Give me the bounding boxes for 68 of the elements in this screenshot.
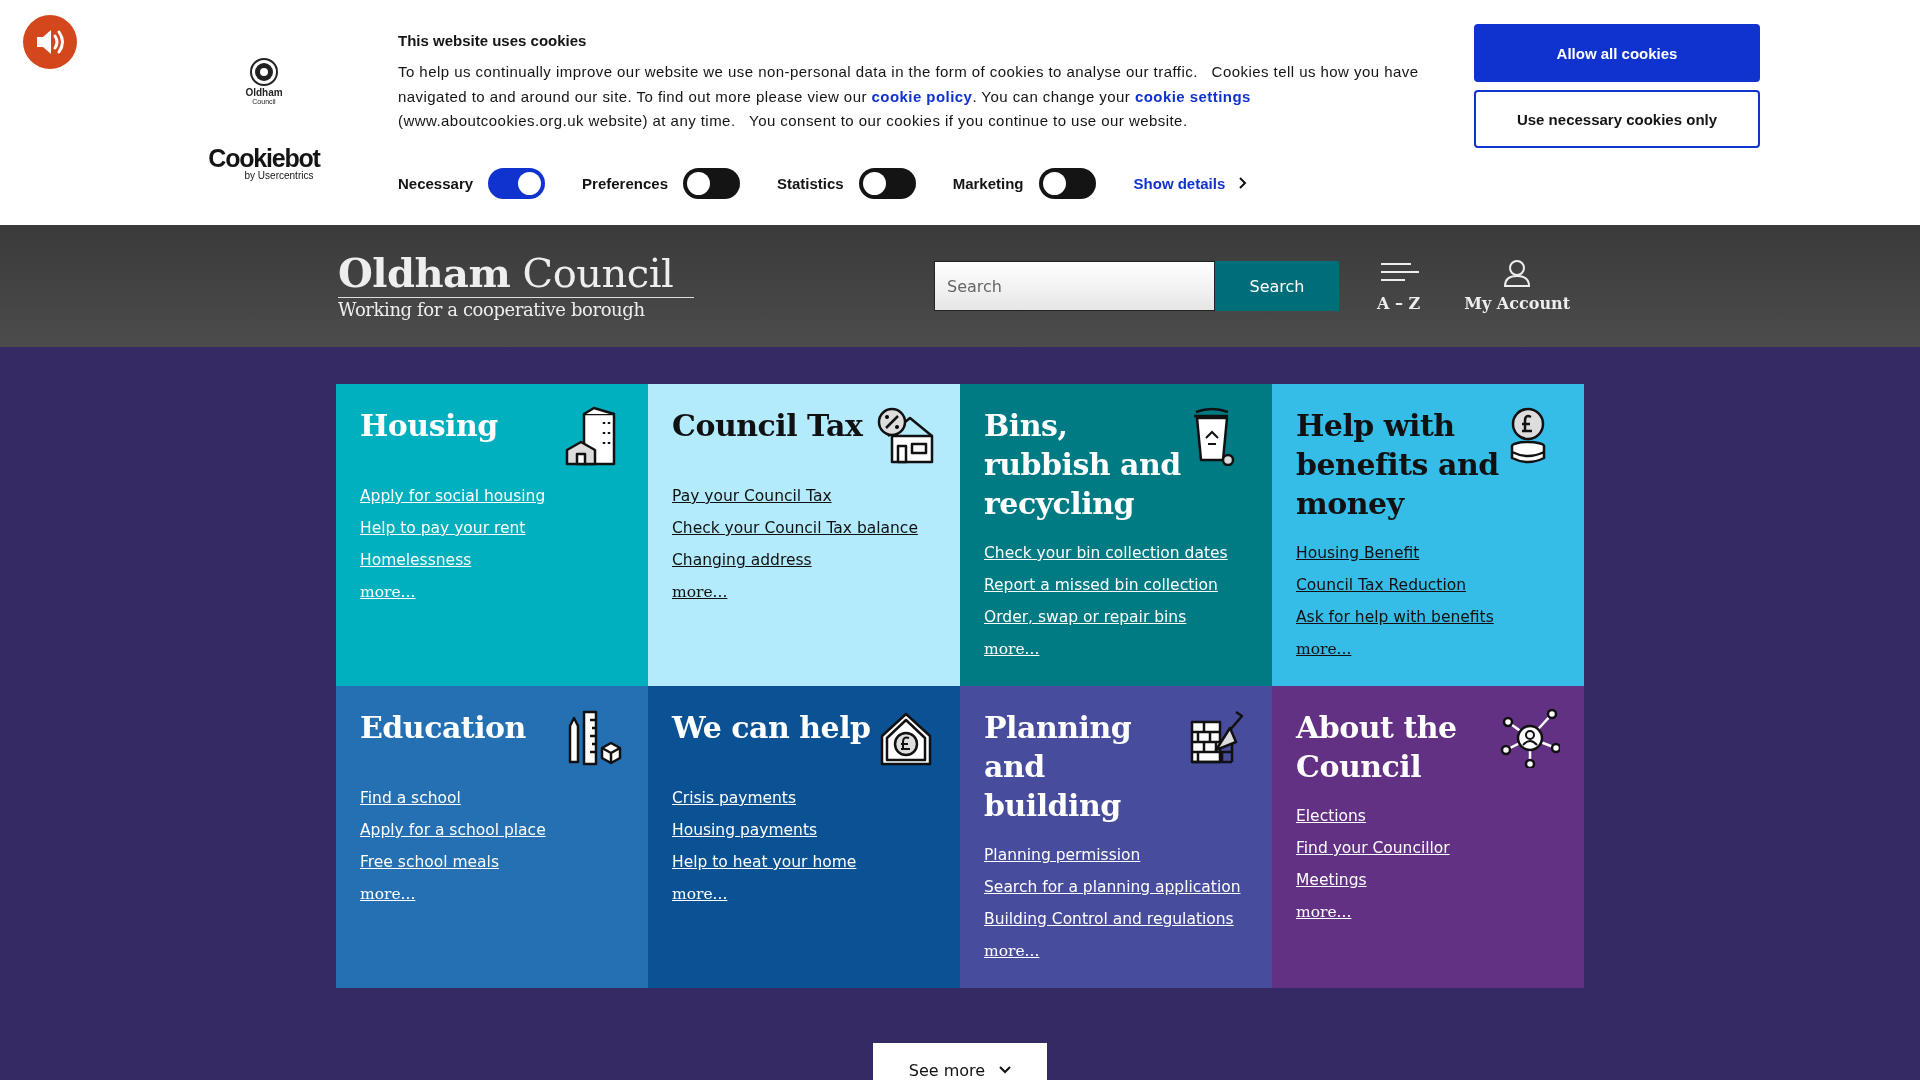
card-link[interactable]: Building Control and regulations	[984, 907, 1234, 931]
card-link[interactable]: Help to heat your home	[672, 850, 857, 874]
more-link[interactable]: more...	[672, 882, 728, 906]
card-link[interactable]: Free school meals	[360, 850, 499, 874]
card-link[interactable]: Report a missed bin collection	[984, 573, 1218, 597]
more-link[interactable]: more...	[1296, 900, 1352, 924]
card-link[interactable]: Apply for a school place	[360, 818, 546, 842]
logo-text: Oldham	[245, 88, 283, 98]
more-link[interactable]: more...	[984, 939, 1040, 963]
logo-tagline: Working for a cooperative borough	[338, 297, 646, 322]
toggle-switch[interactable]	[488, 167, 546, 199]
nav-link[interactable]: A – Z	[1377, 259, 1421, 313]
logo-text: by Usercentrics	[244, 170, 314, 181]
card-link[interactable]: Order, swap or repair bins	[984, 605, 1187, 629]
nav-link[interactable]: My Account	[1464, 259, 1571, 313]
house-percent-icon	[876, 406, 936, 466]
card-link[interactable]: Pay your Council Tax	[672, 484, 832, 508]
card-link[interactable]: Find your Councillor	[1296, 836, 1450, 860]
speaker-icon[interactable]	[23, 15, 77, 69]
card-title: Help with benefits and money	[1296, 407, 1500, 523]
more-link[interactable]: more...	[672, 580, 728, 604]
allow-all-button[interactable]: Allow all cookies	[1474, 24, 1760, 82]
site-logo[interactable]: Oldham Council Working for a cooperative borough	[338, 250, 694, 322]
more-link[interactable]: more...	[360, 882, 416, 906]
more-link[interactable]: more...	[984, 637, 1040, 661]
chevron-down-icon	[999, 1066, 1012, 1074]
card-link[interactable]: Crisis payments	[672, 786, 796, 810]
search-button[interactable]: Search	[1215, 261, 1339, 311]
search-field[interactable]: Search	[934, 261, 1215, 311]
chevron-right-icon	[1239, 177, 1248, 189]
banner-title: This website uses cookies	[398, 31, 588, 51]
card-link[interactable]: Housing payments	[672, 818, 818, 842]
toggle-switch[interactable]	[1038, 167, 1096, 199]
card-title: Council Tax	[672, 407, 864, 445]
emblem-icon	[250, 58, 278, 86]
card-link[interactable]: Council Tax Reduction	[1296, 573, 1466, 597]
card-title: Planning and building	[984, 709, 1133, 825]
logo-title: Oldham Council	[338, 250, 694, 298]
card-link[interactable]: Check your bin collection dates	[984, 541, 1228, 565]
text-link[interactable]: cookie policy	[871, 87, 973, 105]
card-link[interactable]: Housing Benefit	[1296, 541, 1420, 565]
card-link[interactable]: Ask for help with benefits	[1296, 605, 1494, 629]
card-title: Housing	[360, 407, 499, 445]
toggle-label: Necessary	[398, 174, 474, 192]
card-title: About the Council	[1296, 709, 1458, 786]
card-link[interactable]: Changing address	[672, 548, 812, 572]
card-title: Education	[360, 709, 527, 747]
more-link[interactable]: more...	[1296, 637, 1352, 661]
show-details-link[interactable]: Show details	[1133, 174, 1226, 192]
card-link[interactable]: Find a school	[360, 786, 461, 810]
card-link[interactable]: Meetings	[1296, 868, 1367, 892]
see-more-button[interactable]: See more	[873, 1043, 1047, 1080]
toggle-switch[interactable]	[858, 167, 916, 199]
banner-text: To help us continually improve our website we use non-personal data in the form of cookies to analyse our traffic. Cookies tell us how you have navigated to and around our site. To find out more please view our cookie policy. You can change your cookie settings (www.aboutcookies.org.uk website) at any time. You consent to our cookies if you continue to use our website.	[398, 62, 1420, 131]
network-icon	[1500, 708, 1560, 768]
card-title: Bins, rubbish and recycling	[984, 407, 1182, 523]
toggle-label: Statistics	[777, 174, 844, 192]
toggle-label: Preferences	[582, 174, 668, 192]
card-link[interactable]: Elections	[1296, 804, 1366, 828]
card-link[interactable]: Planning permission	[984, 843, 1141, 867]
toggle-label: Marketing	[952, 174, 1024, 192]
card-title: We can help	[672, 709, 872, 747]
card-link[interactable]: Search for a planning application	[984, 875, 1241, 899]
text-link[interactable]: cookie settings	[1134, 87, 1251, 105]
logo-text: Cookiebot	[208, 146, 320, 170]
toggle-switch[interactable]	[683, 167, 740, 199]
card-link[interactable]: Check your Council Tax balance	[672, 516, 918, 540]
necessary-only-button[interactable]: Use necessary cookies only	[1474, 90, 1760, 148]
